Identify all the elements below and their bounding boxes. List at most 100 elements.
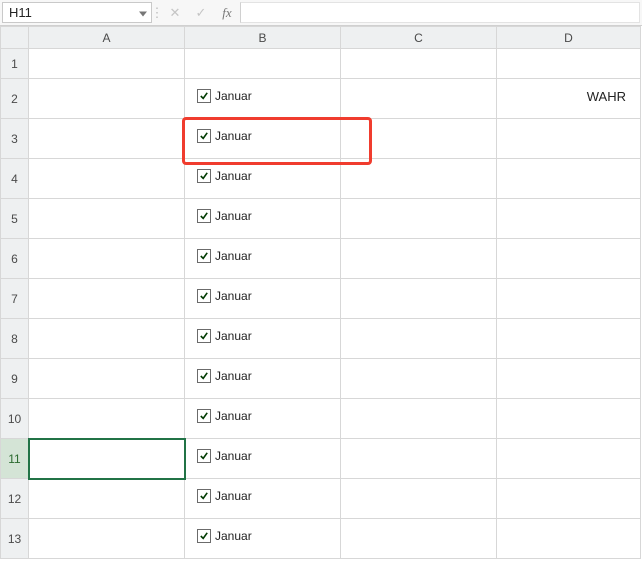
cell-C6[interactable] (341, 239, 497, 279)
cell-B11[interactable]: Januar (185, 439, 341, 479)
cell-D9[interactable] (497, 359, 641, 399)
row-header-10[interactable]: 10 (1, 399, 29, 439)
cell-A13[interactable] (29, 519, 185, 559)
cell-C13[interactable] (341, 519, 497, 559)
checkbox-januar-9[interactable]: Januar (197, 369, 252, 383)
checkbox-januar-4[interactable]: Januar (197, 169, 252, 183)
cell-C5[interactable] (341, 199, 497, 239)
checkbox-icon[interactable] (197, 129, 211, 143)
row-header-1[interactable]: 1 (1, 49, 29, 79)
checkbox-icon[interactable] (197, 369, 211, 383)
cell-D11[interactable] (497, 439, 641, 479)
cell-D6[interactable] (497, 239, 641, 279)
checkbox-icon[interactable] (197, 329, 211, 343)
cell-B2[interactable]: Januar (185, 79, 341, 119)
row-header-4[interactable]: 4 (1, 159, 29, 199)
cell-A2[interactable] (29, 79, 185, 119)
checkbox-icon[interactable] (197, 169, 211, 183)
checkbox-icon[interactable] (197, 89, 211, 103)
row-header-2[interactable]: 2 (1, 79, 29, 119)
checkbox-icon[interactable] (197, 489, 211, 503)
cell-B6[interactable]: Januar (185, 239, 341, 279)
row-header-11[interactable]: 11 (1, 439, 29, 479)
row-header-3[interactable]: 3 (1, 119, 29, 159)
name-box[interactable]: H11 (2, 2, 152, 23)
cell-A9[interactable] (29, 359, 185, 399)
checkbox-januar-5[interactable]: Januar (197, 209, 252, 223)
checkbox-icon[interactable] (197, 289, 211, 303)
cell-B4[interactable]: Januar (185, 159, 341, 199)
checkbox-januar-13[interactable]: Januar (197, 529, 252, 543)
checkbox-januar-2[interactable]: Januar (197, 89, 252, 103)
cell-A1[interactable] (29, 49, 185, 79)
row-header-13[interactable]: 13 (1, 519, 29, 559)
cell-C12[interactable] (341, 479, 497, 519)
col-header-c[interactable]: C (341, 27, 497, 49)
cell-D8[interactable] (497, 319, 641, 359)
cell-B9[interactable]: Januar (185, 359, 341, 399)
select-all-corner[interactable] (1, 27, 29, 49)
checkbox-icon[interactable] (197, 209, 211, 223)
cell-C1[interactable] (341, 49, 497, 79)
checkbox-januar-6[interactable]: Januar (197, 249, 252, 263)
cell-B8[interactable]: Januar (185, 319, 341, 359)
formula-input[interactable] (240, 2, 640, 23)
cell-D4[interactable] (497, 159, 641, 199)
cell-D10[interactable] (497, 399, 641, 439)
cell-B13[interactable]: Januar (185, 519, 341, 559)
cell-B1[interactable] (185, 49, 341, 79)
cell-A7[interactable] (29, 279, 185, 319)
cell-A6[interactable] (29, 239, 185, 279)
col-header-b[interactable]: B (185, 27, 341, 49)
cell-A8[interactable] (29, 319, 185, 359)
row-header-9[interactable]: 9 (1, 359, 29, 399)
cell-B7[interactable]: Januar (185, 279, 341, 319)
checkbox-icon[interactable] (197, 449, 211, 463)
cell-D2[interactable]: WAHR (497, 79, 641, 119)
checkbox-januar-7[interactable]: Januar (197, 289, 252, 303)
checkbox-januar-12[interactable]: Januar (197, 489, 252, 503)
cell-A3[interactable] (29, 119, 185, 159)
row-header-12[interactable]: 12 (1, 479, 29, 519)
checkbox-icon[interactable] (197, 409, 211, 423)
col-header-d[interactable]: D (497, 27, 641, 49)
cell-D13[interactable] (497, 519, 641, 559)
row-header-5[interactable]: 5 (1, 199, 29, 239)
cell-B12[interactable]: Januar (185, 479, 341, 519)
cell-D12[interactable] (497, 479, 641, 519)
checkbox-label: Januar (215, 409, 252, 423)
cell-C3[interactable] (341, 119, 497, 159)
row-header-8[interactable]: 8 (1, 319, 29, 359)
cell-C2[interactable] (341, 79, 497, 119)
cell-C10[interactable] (341, 399, 497, 439)
cell-C9[interactable] (341, 359, 497, 399)
checkbox-januar-3[interactable]: Januar (197, 129, 252, 143)
checkbox-icon[interactable] (197, 249, 211, 263)
cell-C7[interactable] (341, 279, 497, 319)
cell-B3[interactable]: Januar (185, 119, 341, 159)
cell-C11[interactable] (341, 439, 497, 479)
row-header-6[interactable]: 6 (1, 239, 29, 279)
checkbox-januar-8[interactable]: Januar (197, 329, 252, 343)
cell-A11[interactable] (29, 439, 185, 479)
checkbox-januar-11[interactable]: Januar (197, 449, 252, 463)
cell-D1[interactable] (497, 49, 641, 79)
cell-D7[interactable] (497, 279, 641, 319)
cell-A4[interactable] (29, 159, 185, 199)
enter-button[interactable]: ✓ (188, 0, 214, 25)
cell-A12[interactable] (29, 479, 185, 519)
cell-D3[interactable] (497, 119, 641, 159)
cell-B5[interactable]: Januar (185, 199, 341, 239)
cell-A5[interactable] (29, 199, 185, 239)
cell-B10[interactable]: Januar (185, 399, 341, 439)
cell-C4[interactable] (341, 159, 497, 199)
cancel-button[interactable]: ✕ (162, 0, 188, 25)
checkbox-januar-10[interactable]: Januar (197, 409, 252, 423)
checkbox-icon[interactable] (197, 529, 211, 543)
col-header-a[interactable]: A (29, 27, 185, 49)
cell-C8[interactable] (341, 319, 497, 359)
fx-button[interactable]: fx (214, 0, 240, 25)
row-header-7[interactable]: 7 (1, 279, 29, 319)
cell-D5[interactable] (497, 199, 641, 239)
cell-A10[interactable] (29, 399, 185, 439)
